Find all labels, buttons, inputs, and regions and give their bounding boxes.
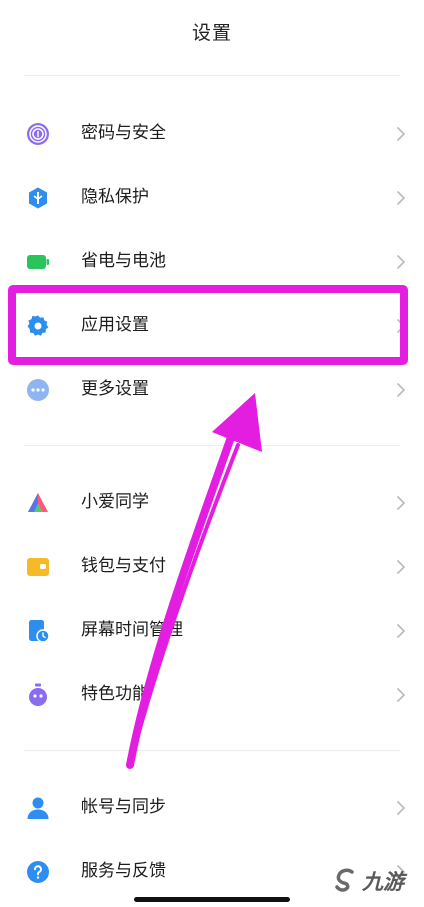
- screen-time-icon: [26, 619, 50, 643]
- settings-item-label: 屏幕时间管理: [81, 620, 183, 640]
- watermark-text: 九游: [362, 870, 404, 894]
- home-indicator[interactable]: [134, 897, 290, 902]
- settings-item-label: 钱包与支付: [81, 556, 166, 576]
- watermark: 九游: [330, 858, 424, 904]
- settings-item-battery[interactable]: 省电与电池: [0, 229, 424, 293]
- xiaoai-icon: [26, 491, 50, 515]
- more-dots-icon: [26, 378, 50, 402]
- help-icon: [26, 860, 50, 884]
- settings-item-label: 隐私保护: [81, 187, 149, 207]
- settings-item-label: 特色功能: [81, 684, 149, 704]
- page-title: 设置: [191, 21, 232, 44]
- chevron-right-icon: [395, 381, 407, 399]
- wallet-icon: [26, 555, 50, 579]
- highlight-box: [8, 285, 408, 365]
- settings-item-label: 更多设置: [81, 379, 149, 399]
- settings-item-more-settings[interactable]: 更多设置: [0, 357, 424, 421]
- feature-icon: [26, 683, 50, 707]
- fingerprint-icon: [26, 122, 50, 146]
- settings-item-wallet[interactable]: 钱包与支付: [0, 534, 424, 598]
- privacy-shield-icon: [26, 186, 50, 210]
- settings-item-xiaoai[interactable]: 小爱同学: [0, 470, 424, 534]
- divider: [24, 750, 400, 751]
- divider: [24, 445, 400, 446]
- chevron-right-icon: [395, 189, 407, 207]
- settings-item-label: 小爱同学: [81, 492, 149, 512]
- chevron-right-icon: [395, 558, 407, 576]
- chevron-right-icon: [395, 799, 407, 817]
- divider: [24, 75, 400, 76]
- settings-item-account-sync[interactable]: 帐号与同步: [0, 775, 424, 839]
- settings-item-label: 服务与反馈: [81, 861, 166, 881]
- settings-item-password-security[interactable]: 密码与安全: [0, 101, 424, 165]
- account-icon: [26, 796, 50, 820]
- chevron-right-icon: [395, 494, 407, 512]
- settings-item-screen-time[interactable]: 屏幕时间管理: [0, 598, 424, 662]
- chevron-right-icon: [395, 253, 407, 271]
- battery-icon: [26, 250, 50, 274]
- settings-item-label: 帐号与同步: [81, 797, 166, 817]
- settings-item-label: 密码与安全: [81, 123, 166, 143]
- page-header: 设置: [0, 0, 424, 62]
- chevron-right-icon: [395, 686, 407, 704]
- chevron-right-icon: [395, 125, 407, 143]
- settings-item-features[interactable]: 特色功能: [0, 662, 424, 726]
- settings-item-privacy[interactable]: 隐私保护: [0, 165, 424, 229]
- settings-item-label: 省电与电池: [81, 251, 166, 271]
- chevron-right-icon: [395, 622, 407, 640]
- watermark-logo-icon: [335, 868, 354, 892]
